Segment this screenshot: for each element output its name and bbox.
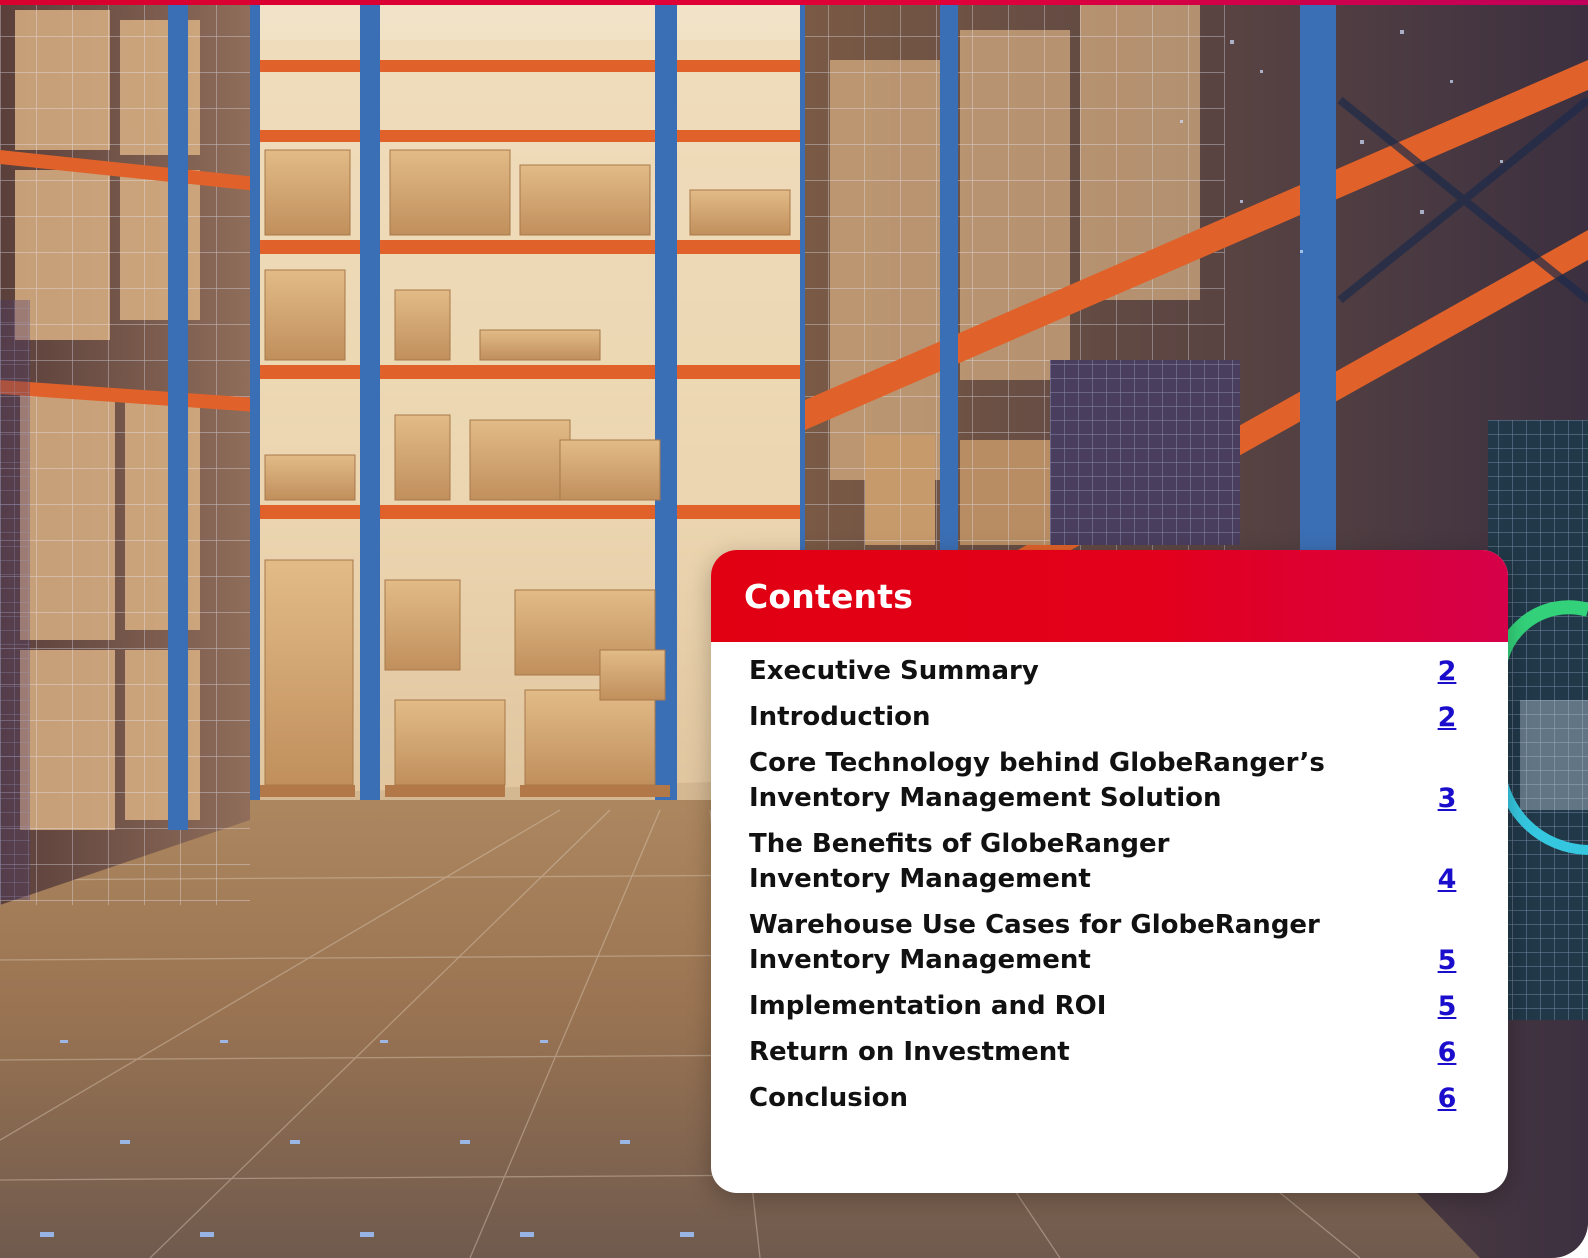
top-accent-bar	[0, 0, 1588, 5]
toc-entry[interactable]: Return on Investment 6	[749, 1035, 1459, 1070]
toc-page-link[interactable]: 2	[1435, 700, 1459, 735]
toc-entry-label: Return on Investment	[749, 1037, 1070, 1067]
toc-entry-label: Introduction	[749, 702, 931, 732]
toc-list: Executive Summary 2 Introduction 2 Core Tech…	[711, 642, 1508, 1116]
toc-title: Contents	[744, 576, 914, 616]
toc-entry[interactable]: Implementation and ROI 5	[749, 989, 1459, 1024]
document-page: Contents Executive Summary 2 Introduction 2…	[0, 0, 1588, 1258]
toc-entry[interactable]: Introduction 2	[749, 700, 1459, 735]
toc-entry[interactable]: Core Technology behind GlobeRanger’s Inv…	[749, 746, 1459, 816]
toc-entry-label: Warehouse Use Cases for GlobeRanger Inve…	[749, 910, 1320, 975]
toc-entry-label: Conclusion	[749, 1083, 909, 1113]
table-of-contents: Contents Executive Summary 2 Introduction 2…	[711, 550, 1508, 1193]
toc-page-link[interactable]: 2	[1435, 654, 1459, 689]
toc-entry-label: Implementation and ROI	[749, 991, 1107, 1021]
toc-page-link[interactable]: 5	[1435, 989, 1459, 1024]
toc-entry[interactable]: The Benefits of GlobeRanger Inventory Ma…	[749, 827, 1459, 897]
toc-entry[interactable]: Warehouse Use Cases for GlobeRanger Inve…	[749, 908, 1459, 978]
toc-page-link[interactable]: 4	[1435, 862, 1459, 897]
toc-page-link[interactable]: 6	[1435, 1081, 1459, 1116]
toc-entry-label: The Benefits of GlobeRanger Inventory Ma…	[749, 829, 1170, 894]
toc-header: Contents	[711, 550, 1508, 642]
toc-entry[interactable]: Conclusion 6	[749, 1081, 1459, 1116]
toc-page-link[interactable]: 6	[1435, 1035, 1459, 1070]
toc-entry-label: Executive Summary	[749, 656, 1039, 686]
toc-entry[interactable]: Executive Summary 2	[749, 654, 1459, 689]
toc-page-link[interactable]: 3	[1435, 781, 1459, 816]
toc-page-link[interactable]: 5	[1435, 943, 1459, 978]
toc-entry-label: Core Technology behind GlobeRanger’s Inv…	[749, 748, 1325, 813]
